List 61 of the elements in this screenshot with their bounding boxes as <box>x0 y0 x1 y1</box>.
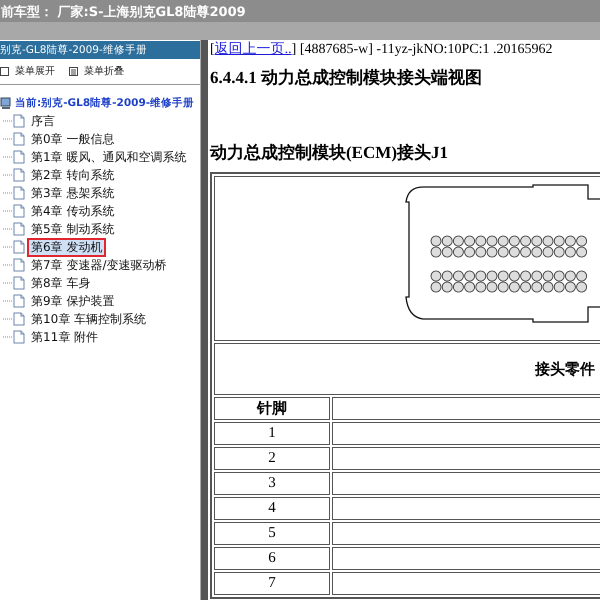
chapter-link[interactable]: 第8章 车身 <box>29 276 92 290</box>
pin-number-cell: 1 <box>214 422 330 445</box>
document-icon <box>13 330 25 344</box>
chapter-link[interactable]: 第1章 暖风、通风和空调系统 <box>29 150 188 164</box>
document-icon <box>13 222 25 236</box>
tree-connector-line <box>3 282 13 284</box>
pin-number-cell: 4 <box>214 497 330 520</box>
pin-number-cell: 5 <box>214 522 330 545</box>
chapter-link[interactable]: 序言 <box>29 114 57 128</box>
chapter-link[interactable]: 第0章 一般信息 <box>29 132 116 146</box>
tree-connector-line <box>3 156 13 158</box>
chapter-link[interactable]: 第11章 附件 <box>29 330 100 344</box>
computer-icon <box>0 96 12 110</box>
document-info-text: ] [4887685-w] -11yz-jkNO:10PC:1 .20165962 <box>292 42 552 57</box>
tree-connector-line <box>3 336 13 338</box>
pin-number-cell: 7 <box>214 572 330 595</box>
sidebar-title: 别克-GL8陆尊-2009-维修手册 <box>0 41 200 59</box>
tree-connector-line <box>3 138 13 140</box>
chapter-link[interactable]: 第10章 车辆控制系统 <box>29 312 148 326</box>
pin-number-cell: 3 <box>214 472 330 495</box>
document-icon <box>13 186 25 200</box>
splitter-bar[interactable] <box>200 40 208 600</box>
collapse-menu-button[interactable]: 菜单折叠 <box>69 64 124 78</box>
document-icon <box>13 240 25 254</box>
document-icon <box>13 312 25 326</box>
bracket-text: [ <box>210 42 215 57</box>
chapter-link[interactable]: 第7章 变速器/变速驱动桥 <box>29 258 168 272</box>
tree-connector-line <box>3 192 13 194</box>
tree-root-label[interactable]: 当前:别克-GL8陆尊-2009-维修手册 <box>15 96 194 110</box>
pin-number-cell: 6 <box>214 547 330 570</box>
document-icon <box>13 294 25 308</box>
table-heading-cell: 接头零件 <box>214 343 600 395</box>
expand-menu-button[interactable]: 菜单展开 <box>0 64 55 78</box>
chapter-link[interactable]: 第2章 转向系统 <box>29 168 116 182</box>
document-icon <box>13 114 25 128</box>
tree-connector-line <box>3 318 13 320</box>
chapter-link[interactable]: 第5章 制动系统 <box>29 222 116 236</box>
list-box-icon <box>69 66 78 76</box>
connector-heading: 动力总成控制模块(ECM)接头J1 <box>210 142 449 164</box>
chapter-link[interactable]: 第4章 传动系统 <box>29 204 116 218</box>
document-icon <box>13 276 25 290</box>
pin-number-cell: 2 <box>214 447 330 470</box>
chapter-link[interactable]: 第9章 保护装置 <box>29 294 116 308</box>
tree-connector-line <box>3 300 13 302</box>
chapter-link[interactable]: 第6章 发动机 <box>29 240 104 254</box>
tree-connector-line <box>3 174 13 176</box>
tree-connector-line <box>3 120 13 122</box>
document-icon <box>13 150 25 164</box>
tree-connector-line <box>3 264 13 266</box>
tree-connector-line <box>3 228 13 230</box>
document-icon <box>13 204 25 218</box>
column-header: 针脚 <box>214 397 330 420</box>
vehicle-model-text: 前车型： 厂家:S-上海别克GL8陆尊2009 <box>1 4 246 21</box>
document-icon <box>13 168 25 182</box>
section-heading: 6.4.4.1 动力总成控制模块接头端视图 <box>210 67 483 89</box>
tree-connector-line <box>3 246 13 248</box>
tree-connector-line <box>3 210 13 212</box>
chapter-link[interactable]: 第3章 悬架系统 <box>29 186 116 200</box>
document-icon <box>13 132 25 146</box>
back-link[interactable]: 返回上一页.. <box>214 42 292 57</box>
document-icon <box>13 258 25 272</box>
